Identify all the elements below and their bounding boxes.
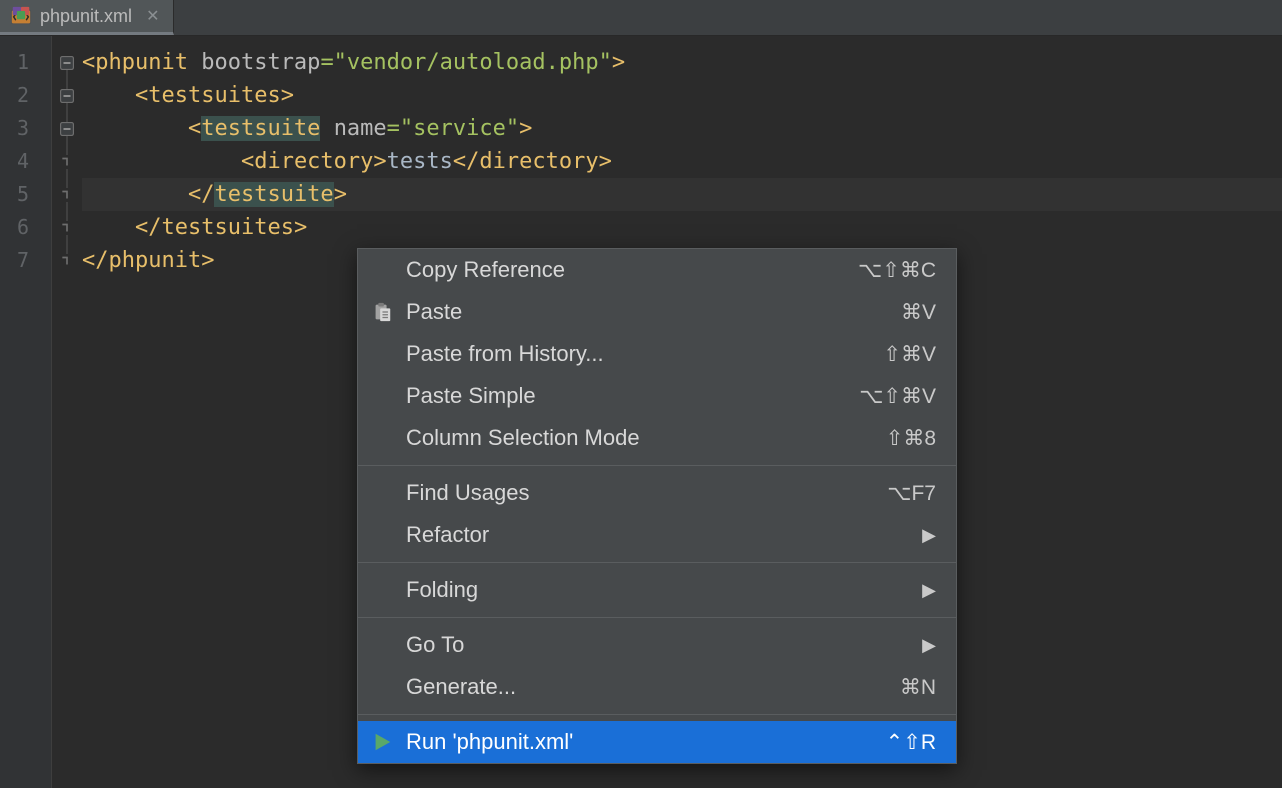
line-number: 5 [0, 178, 51, 211]
fold-toggle-icon[interactable] [52, 145, 82, 178]
menu-icon-slot [370, 523, 394, 547]
menu-item-run[interactable]: Run 'phpunit.xml'⌃⇧R [358, 721, 956, 763]
menu-icon-slot [370, 426, 394, 450]
submenu-arrow-icon: ▶ [922, 635, 936, 656]
menu-item-go-to[interactable]: Go To▶ [358, 624, 956, 666]
line-number: 6 [0, 211, 51, 244]
menu-separator [358, 562, 956, 563]
menu-icon-slot [370, 342, 394, 366]
menu-icon-slot [370, 633, 394, 657]
fold-toggle-icon[interactable] [52, 178, 82, 211]
code-line: <directory>tests</directory> [82, 145, 1282, 178]
menu-shortcut: ⌥⇧⌘V [859, 384, 936, 409]
menu-icon-slot [370, 384, 394, 408]
menu-item-label: Column Selection Mode [406, 425, 886, 451]
line-number: 7 [0, 244, 51, 277]
fold-toggle-icon[interactable] [52, 244, 82, 277]
menu-item-paste[interactable]: Paste⌘V [358, 291, 956, 333]
menu-separator [358, 714, 956, 715]
code-line: <testsuite name="service"> [82, 112, 1282, 145]
fold-toggle-icon[interactable] [52, 112, 82, 145]
fold-toggle-icon[interactable] [52, 46, 82, 79]
xml-file-icon [10, 5, 32, 27]
play-icon [370, 730, 394, 754]
menu-item-label: Generate... [406, 674, 900, 700]
menu-shortcut: ⇧⌘V [883, 342, 936, 367]
menu-icon-slot [370, 481, 394, 505]
fold-gutter [52, 36, 82, 788]
menu-item-label: Folding [406, 577, 922, 603]
menu-icon-slot [370, 675, 394, 699]
menu-separator [358, 465, 956, 466]
menu-icon-slot [370, 258, 394, 282]
line-number: 2 [0, 79, 51, 112]
menu-shortcut: ⇧⌘8 [886, 426, 936, 451]
menu-shortcut: ⌘N [900, 675, 936, 700]
menu-shortcut: ⌘V [901, 300, 936, 325]
context-menu: Copy Reference⌥⇧⌘CPaste⌘VPaste from Hist… [357, 248, 957, 764]
line-number: 3 [0, 112, 51, 145]
menu-item-column-select[interactable]: Column Selection Mode⇧⌘8 [358, 417, 956, 459]
menu-item-label: Paste [406, 299, 901, 325]
line-number-gutter: 1234567 [0, 36, 52, 788]
menu-shortcut: ⌃⇧R [886, 730, 936, 755]
menu-item-paste-simple[interactable]: Paste Simple⌥⇧⌘V [358, 375, 956, 417]
menu-item-paste-history[interactable]: Paste from History...⇧⌘V [358, 333, 956, 375]
menu-item-refactor[interactable]: Refactor▶ [358, 514, 956, 556]
line-number: 4 [0, 145, 51, 178]
menu-item-label: Go To [406, 632, 922, 658]
menu-item-generate[interactable]: Generate...⌘N [358, 666, 956, 708]
menu-item-folding[interactable]: Folding▶ [358, 569, 956, 611]
editor-area: 1234567 <phpunit bootstrap="vendor/autol… [0, 36, 1282, 788]
code-line: <phpunit bootstrap="vendor/autoload.php"… [82, 46, 1282, 79]
fold-toggle-icon[interactable] [52, 79, 82, 112]
code-line: </testsuite> [82, 178, 1282, 211]
menu-item-find-usages[interactable]: Find Usages⌥F7 [358, 472, 956, 514]
menu-item-label: Paste Simple [406, 383, 859, 409]
tab-filename: phpunit.xml [40, 6, 132, 27]
menu-shortcut: ⌥F7 [887, 481, 936, 506]
code-line: <testsuites> [82, 79, 1282, 112]
code-line: </testsuites> [82, 211, 1282, 244]
menu-icon-slot [370, 578, 394, 602]
tab-bar: phpunit.xml ✕ [0, 0, 1282, 36]
line-number: 1 [0, 46, 51, 79]
menu-item-label: Refactor [406, 522, 922, 548]
menu-shortcut: ⌥⇧⌘C [858, 258, 936, 283]
paste-icon [370, 300, 394, 324]
fold-toggle-icon[interactable] [52, 211, 82, 244]
editor-tab[interactable]: phpunit.xml ✕ [0, 0, 174, 35]
submenu-arrow-icon: ▶ [922, 580, 936, 601]
menu-item-label: Run 'phpunit.xml' [406, 729, 886, 755]
menu-separator [358, 617, 956, 618]
menu-item-label: Paste from History... [406, 341, 883, 367]
close-icon[interactable]: ✕ [146, 6, 159, 26]
menu-item-label: Find Usages [406, 480, 887, 506]
menu-item-label: Copy Reference [406, 257, 858, 283]
submenu-arrow-icon: ▶ [922, 525, 936, 546]
menu-item-copy-reference[interactable]: Copy Reference⌥⇧⌘C [358, 249, 956, 291]
